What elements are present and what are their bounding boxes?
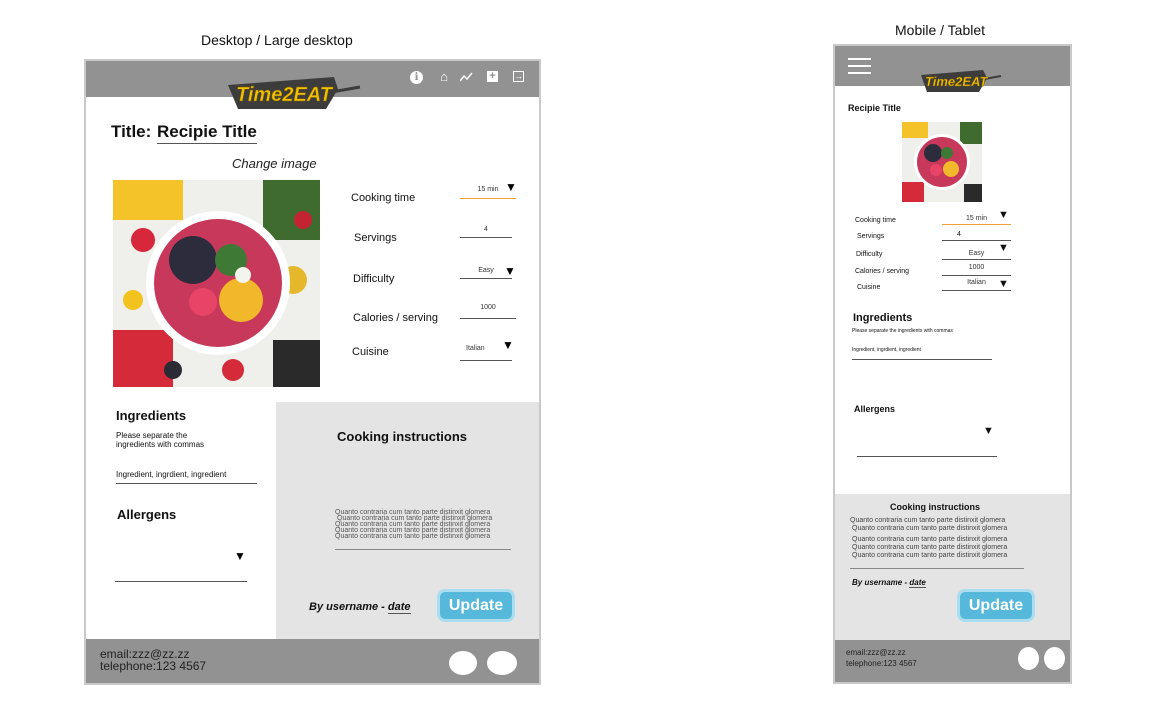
- difficulty-label: Difficulty: [856, 251, 883, 258]
- ingredients-hint: Please separate the ingredients with com…: [852, 328, 953, 334]
- instruction-line: Quanto contraria cum tanto parte distinx…: [852, 552, 1008, 559]
- desktop-caption: Desktop / Large desktop: [201, 32, 353, 48]
- dropdown-arrow-icon[interactable]: ▼: [998, 279, 1009, 290]
- instruction-line: Quanto contraria cum tanto parte distinx…: [335, 533, 491, 540]
- dropdown-arrow-icon[interactable]: ▼: [998, 210, 1009, 221]
- title-label: Title:: [111, 122, 152, 141]
- logo[interactable]: Time2EAT: [222, 71, 362, 113]
- ingredients-input[interactable]: Ingredient, ingrdient, ingredient: [116, 470, 257, 484]
- instruction-line: Quanto contraria cum tanto parte distinx…: [852, 525, 1008, 532]
- home-icon[interactable]: ⌂: [436, 70, 452, 86]
- instruction-line: Quanto contraria cum tanto parte distinx…: [852, 544, 1008, 551]
- title-input[interactable]: Recipie Title: [157, 122, 257, 144]
- social-icon[interactable]: [449, 651, 477, 675]
- cuisine-label: Cuisine: [352, 346, 389, 358]
- allergens-select[interactable]: [857, 444, 997, 457]
- allergens-select[interactable]: [115, 567, 247, 582]
- dropdown-arrow-icon[interactable]: ▼: [502, 339, 514, 351]
- info-icon[interactable]: i: [410, 71, 423, 84]
- calories-input[interactable]: 1000: [460, 303, 516, 319]
- social-icon[interactable]: [1018, 647, 1039, 670]
- social-icon[interactable]: [487, 651, 517, 675]
- dropdown-arrow-icon[interactable]: ▼: [505, 181, 517, 193]
- instruction-line: Quanto contraria cum tanto parte distinx…: [852, 536, 1008, 543]
- cooking-time-label: Cooking time: [351, 192, 416, 204]
- add-icon[interactable]: +: [487, 71, 498, 82]
- logo[interactable]: Time2EAT: [917, 66, 1002, 94]
- calories-input[interactable]: 1000: [942, 263, 1011, 276]
- contact-telephone: telephone:123 4567: [846, 659, 917, 668]
- calories-label: Calories / serving: [855, 268, 910, 275]
- mobile-title[interactable]: Recipie Title: [848, 103, 901, 113]
- instructions-heading: Cooking instructions: [890, 502, 980, 512]
- mobile-mockup: Time2EAT Recipie Title Cooking time 15 m…: [835, 46, 1070, 682]
- trend-icon[interactable]: [460, 72, 473, 82]
- ingredients-heading: Ingredients: [116, 408, 187, 423]
- byline-date: date: [387, 601, 411, 614]
- servings-input[interactable]: 4: [942, 230, 1011, 241]
- recipe-image: [902, 122, 982, 202]
- update-button[interactable]: Update: [960, 592, 1032, 619]
- byline-prefix: By username -: [309, 601, 388, 613]
- logout-icon[interactable]: →: [513, 71, 524, 82]
- contact-email[interactable]: email:zzz@zz.zz: [846, 648, 906, 658]
- contact-telephone: telephone:123 4567: [100, 659, 207, 673]
- dropdown-arrow-icon[interactable]: ▼: [983, 426, 994, 437]
- social-icon[interactable]: [1044, 647, 1065, 670]
- servings-input[interactable]: 4: [460, 225, 512, 238]
- menu-icon[interactable]: [848, 58, 871, 74]
- byline: By username - date: [852, 578, 926, 588]
- logo-text: Time2EAT: [925, 74, 988, 89]
- cuisine-label: Cuisine: [857, 284, 881, 291]
- instructions-textarea[interactable]: Quanto contraria cum tanto parte distinx…: [335, 509, 511, 550]
- instructions-heading: Cooking instructions: [337, 429, 467, 444]
- instruction-line: Quanto contraria cum tanto parte distinx…: [850, 517, 1006, 524]
- dropdown-arrow-icon[interactable]: ▼: [504, 265, 516, 277]
- desktop-mockup: Time2EAT i ⌂ + → Title: Recipie Title Ch…: [86, 61, 539, 683]
- logo-text: Time2EAT: [236, 84, 334, 106]
- servings-label: Servings: [857, 233, 885, 240]
- servings-label: Servings: [354, 232, 397, 244]
- byline-date: date: [909, 578, 926, 588]
- byline: By username - date: [309, 601, 411, 614]
- change-image-link[interactable]: Change image: [232, 156, 317, 171]
- ingredients-input[interactable]: Ingredient, ingrdient, ingredient: [852, 347, 992, 360]
- byline-prefix: By username -: [852, 578, 910, 587]
- cooking-time-label: Cooking time: [855, 217, 896, 224]
- ingredients-heading: Ingredients: [853, 312, 913, 324]
- update-button[interactable]: Update: [440, 592, 512, 619]
- allergens-heading: Allergens: [854, 404, 896, 414]
- dropdown-arrow-icon[interactable]: ▼: [998, 243, 1009, 254]
- difficulty-label: Difficulty: [353, 273, 395, 285]
- dropdown-arrow-icon[interactable]: ▼: [234, 550, 246, 562]
- instructions-textarea[interactable]: Quanto contraria cum tanto parte distinx…: [850, 517, 1024, 569]
- calories-label: Calories / serving: [353, 312, 438, 324]
- mobile-caption: Mobile / Tablet: [895, 22, 986, 38]
- allergens-heading: Allergens: [117, 507, 177, 522]
- recipe-image: [113, 180, 320, 387]
- ingredients-hint: Please separate the ingredients with com…: [116, 431, 205, 449]
